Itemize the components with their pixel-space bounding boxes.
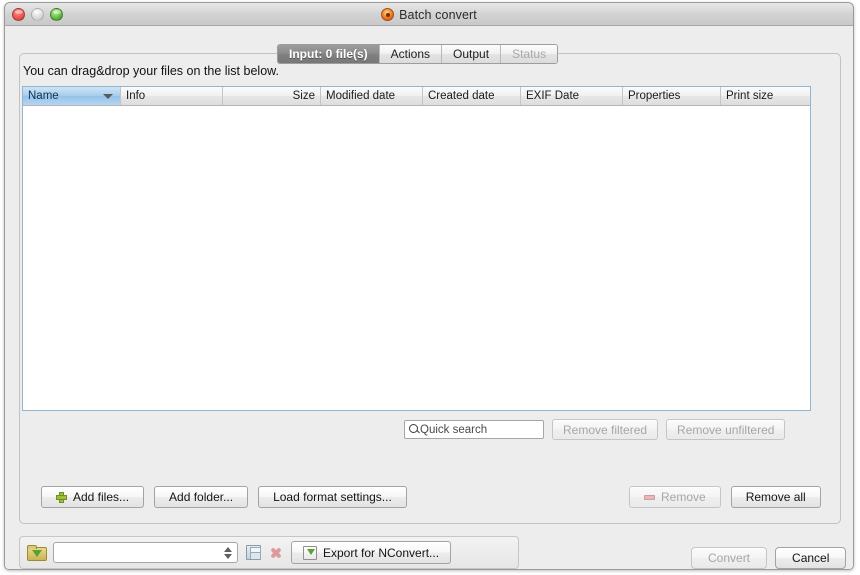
remove-filtered-button[interactable]: Remove filtered [552,419,659,440]
stepper-icon[interactable] [224,546,233,560]
column-header-size[interactable]: Size [223,87,321,105]
search-placeholder: Quick search [420,423,488,436]
footer-buttons: Convert Cancel [691,547,847,569]
add-files-button[interactable]: Add files... [41,486,145,508]
export-label: Export for NConvert... [323,545,440,560]
remove-actions-row: Remove Remove all [629,486,821,508]
convert-button[interactable]: Convert [691,547,768,569]
remove-button[interactable]: Remove [629,486,721,508]
plus-icon [56,491,67,503]
remove-all-button[interactable]: Remove all [730,486,821,508]
search-input[interactable]: Quick search [404,420,544,439]
tab-input[interactable]: Input: 0 file(s) [278,45,380,63]
titlebar: Batch convert [5,3,853,26]
file-list-header: Name Info Size Modified date Created dat… [23,87,810,106]
column-header-print-size-label: Print size [726,90,774,102]
column-header-print-size[interactable]: Print size [721,87,810,105]
title-group: Batch convert [5,3,853,26]
tab-output[interactable]: Output [442,45,502,63]
column-header-size-label: Size [292,90,315,102]
column-header-info-label: Info [126,90,146,102]
remove-label: Remove [661,490,706,504]
filter-row: Quick search Remove filtered Remove unfi… [404,419,786,440]
stepper-down-icon [224,553,232,559]
tab-bar: Input: 0 file(s) Actions Output Status [277,44,559,64]
search-icon [409,424,420,435]
column-header-name[interactable]: Name [23,87,121,105]
add-files-label: Add files... [73,490,130,504]
preset-toolbar: Export for NConvert... [19,536,519,569]
column-header-exif-date[interactable]: EXIF Date [521,87,623,105]
export-arrow-glyph [307,548,315,555]
sort-descending-icon [103,94,113,99]
add-folder-button[interactable]: Add folder... [154,486,249,508]
column-header-created-date[interactable]: Created date [423,87,521,105]
tab-status[interactable]: Status [501,45,558,63]
column-header-modified-date[interactable]: Modified date [321,87,423,105]
load-format-settings-button[interactable]: Load format settings... [258,486,407,508]
cancel-button[interactable]: Cancel [775,547,847,569]
preset-combobox[interactable] [53,542,238,563]
column-header-created-date-label: Created date [428,90,495,102]
file-list[interactable]: Name Info Size Modified date Created dat… [22,86,811,411]
tab-actions[interactable]: Actions [379,45,443,63]
file-list-body[interactable] [23,106,810,410]
window-body: Input: 0 file(s) Actions Output Status Y… [5,26,853,569]
window-title: Batch convert [399,7,477,22]
column-header-modified-date-label: Modified date [326,90,396,102]
export-document-icon [303,545,317,560]
column-header-properties-label: Properties [628,90,681,102]
column-header-exif-date-label: EXIF Date [526,90,580,102]
folder-arrow-glyph [32,550,42,557]
column-header-name-label: Name [28,90,59,102]
save-icon[interactable] [246,545,261,560]
add-actions-row: Add files... Add folder... Load format s… [41,486,407,508]
column-header-properties[interactable]: Properties [623,87,721,105]
app-icon [381,8,395,21]
stepper-up-icon [224,546,232,552]
minus-icon [644,494,655,500]
remove-unfiltered-button[interactable]: Remove unfiltered [666,419,786,440]
open-folder-icon[interactable] [27,545,47,561]
delete-preset-icon[interactable] [269,546,283,560]
column-header-info[interactable]: Info [121,87,223,105]
dragdrop-hint: You can drag&drop your files on the list… [23,64,279,78]
batch-convert-window: Batch convert Input: 0 file(s) Actions O… [4,2,854,570]
export-nconvert-button[interactable]: Export for NConvert... [291,541,452,564]
